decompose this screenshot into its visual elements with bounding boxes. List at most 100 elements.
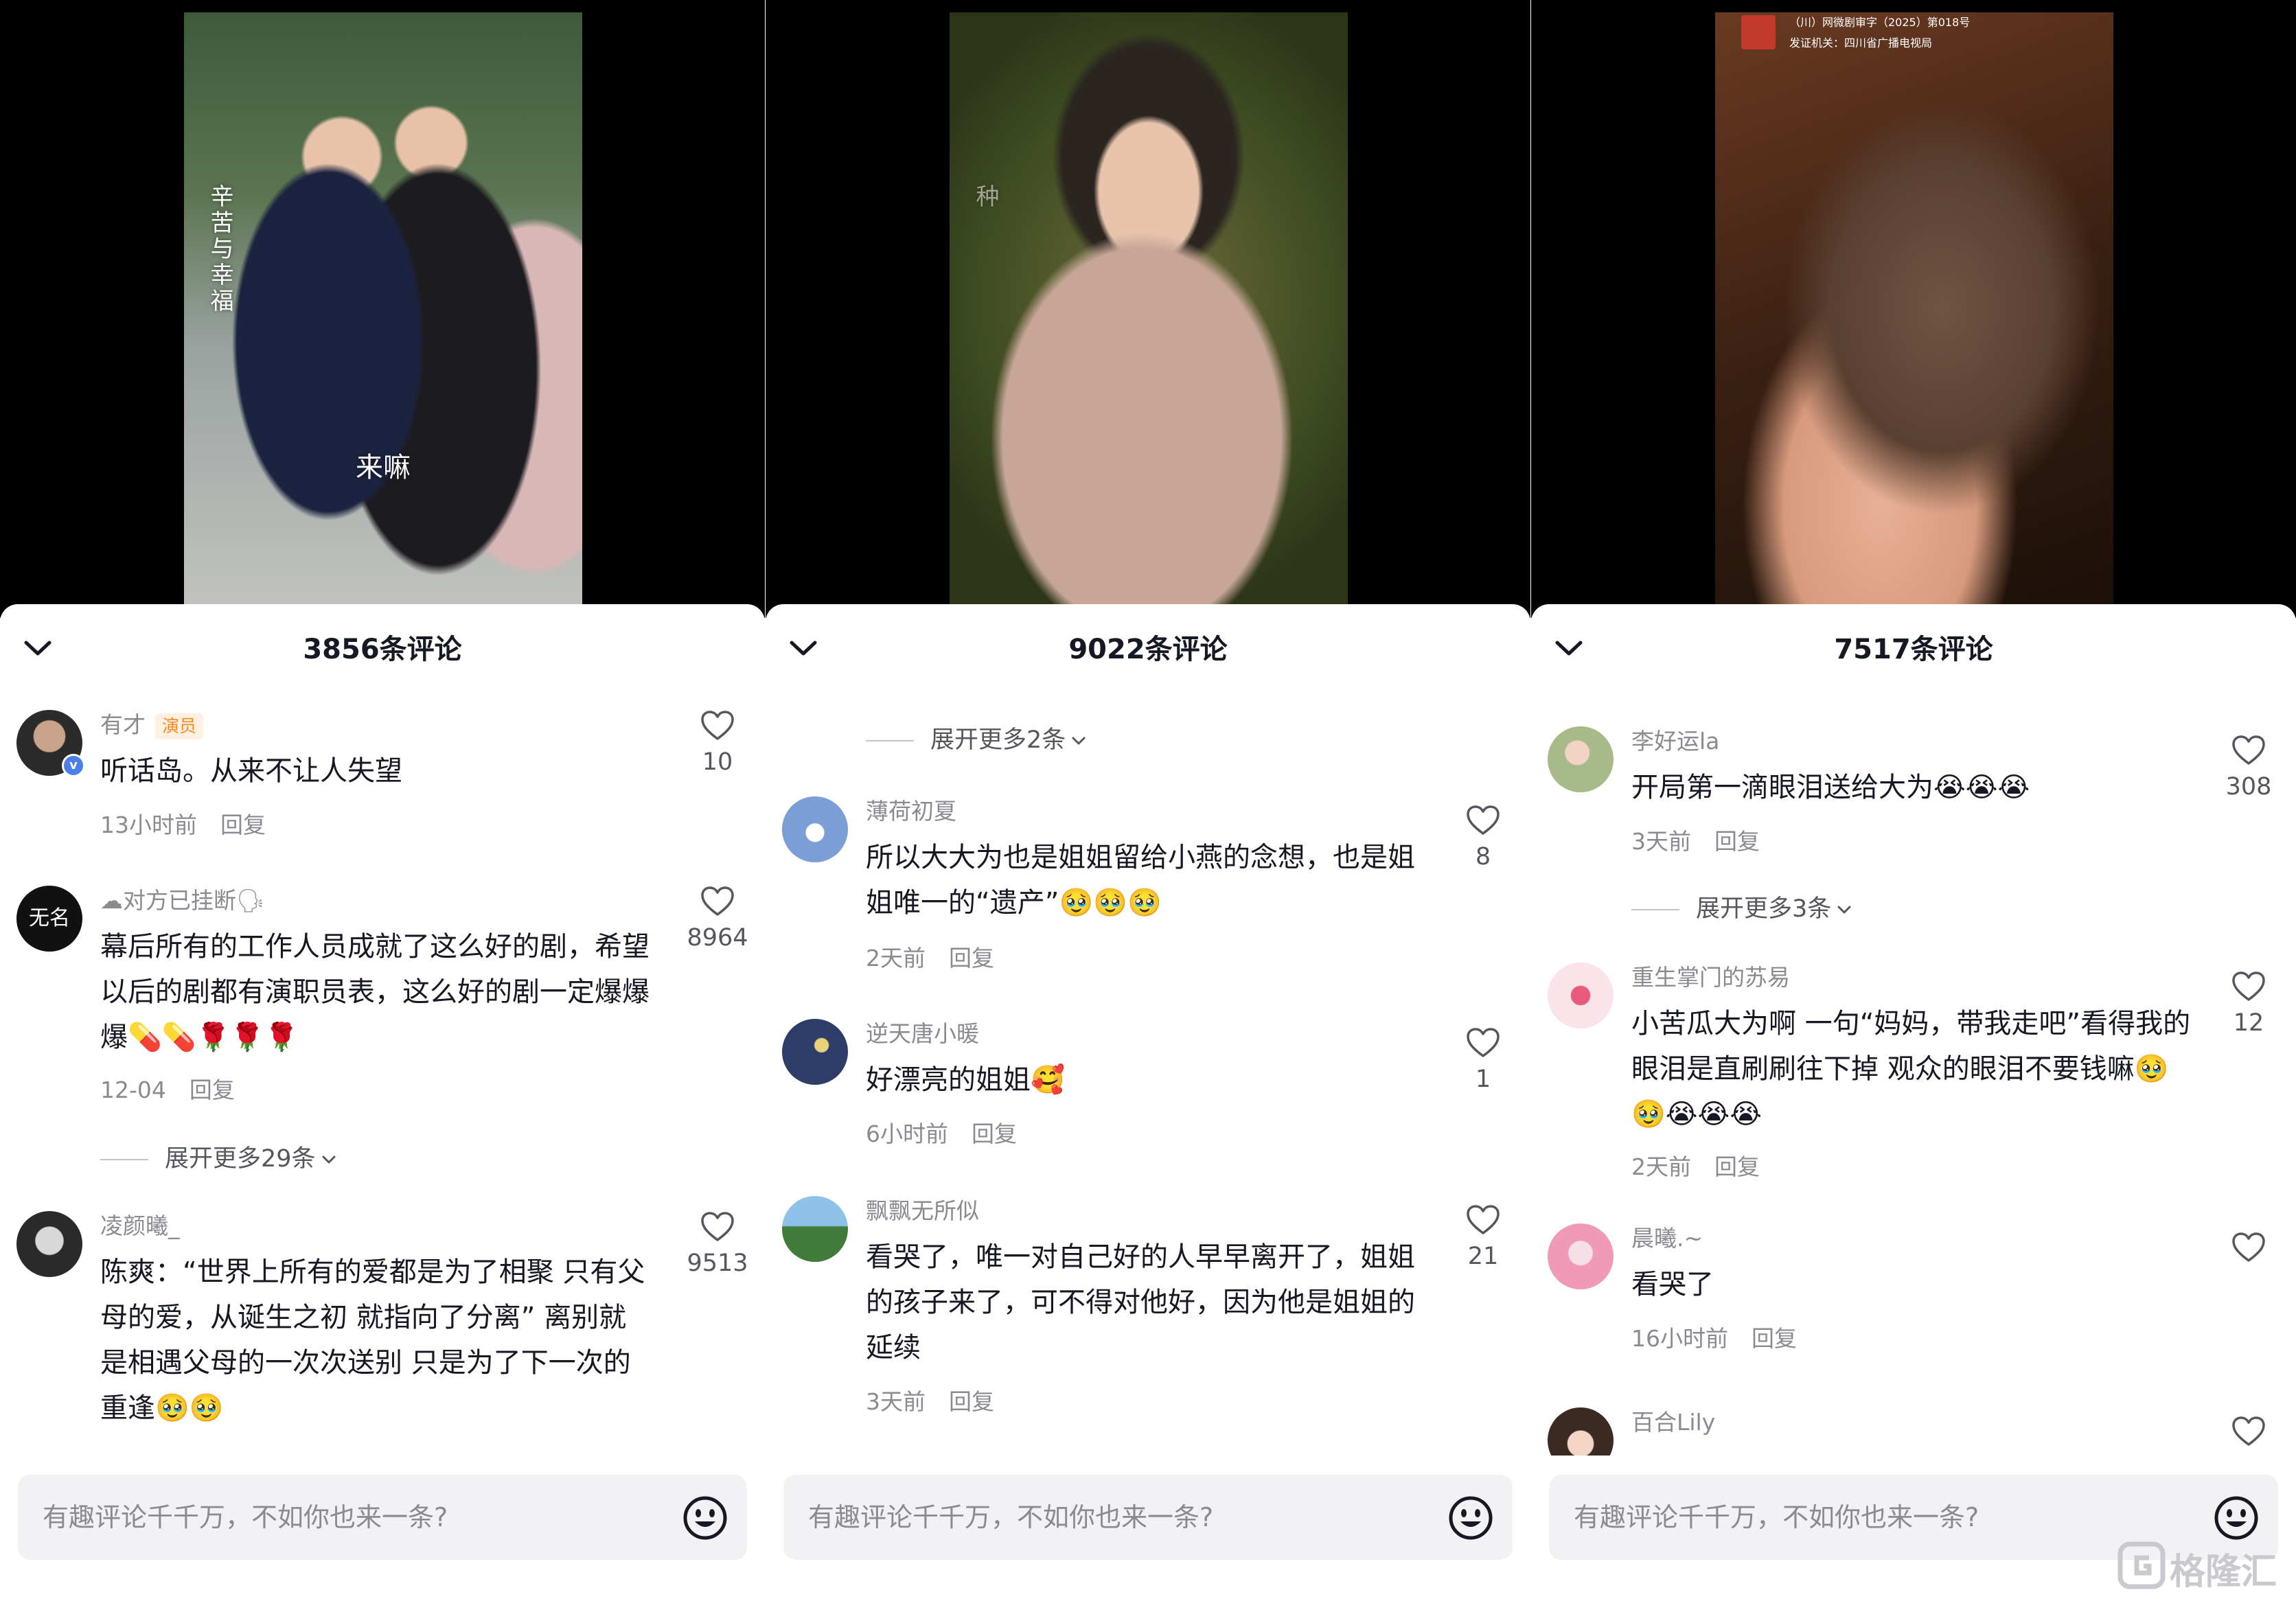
comment-panel-left: 辛苦与幸福 来嘛 3856条评论 v 有才 演员 听话岛。从来不让人失望 13小时…: [0, 0, 765, 1599]
comment-sheet: 7517条评论 李好运la 开局第一滴眼泪送给大为😭😭😭 3天前 回复 308 展…: [1531, 604, 2296, 1599]
comment-text: 所以大大为也是姐姐留给小燕的念想，也是姐姐唯一的“遗产”🥹🥹🥹: [866, 842, 1415, 919]
comment-username[interactable]: 有才 演员: [100, 710, 204, 740]
reply-button[interactable]: 回复: [1714, 828, 1760, 855]
comment-username[interactable]: 重生掌门的苏易: [1631, 963, 1790, 993]
smile-icon[interactable]: [682, 1495, 728, 1541]
video-player[interactable]: （川）网微剧审字（2025）第018号 发证机关：四川省广播电视局: [1531, 0, 2296, 618]
comment-time: 12-04: [100, 1077, 166, 1103]
like-button[interactable]: [2211, 1232, 2286, 1263]
video-caption-vertical: 种: [972, 184, 999, 210]
like-count: 10: [702, 748, 733, 776]
comment-username[interactable]: 逆天唐小暖: [866, 1019, 979, 1049]
comment-count-title: 3856条评论: [303, 634, 462, 665]
comment-meta: 6小时前 回复: [866, 1119, 1017, 1149]
like-count: 308: [2225, 773, 2272, 801]
avatar[interactable]: 无名: [16, 886, 82, 952]
comment-item: 凌颜曦_ 陈爽：“世界上所有的爱都是为了相聚 只有父母的爱，从诞生之初 就指向了…: [0, 1211, 765, 1445]
comment-username[interactable]: 晨曦.~: [1631, 1223, 1703, 1254]
chevron-down-icon: [321, 1155, 336, 1164]
like-button[interactable]: 308: [2211, 735, 2286, 801]
license-text: （川）网微剧审字（2025）第018号 发证机关：四川省广播电视局: [1789, 12, 2078, 54]
like-button[interactable]: [2211, 1416, 2286, 1447]
comment-item: 百合Lily: [1531, 1407, 2296, 1456]
reply-button[interactable]: 回复: [1752, 1325, 1797, 1352]
comment-time: 3天前: [866, 1388, 926, 1415]
comment-meta: 12-04 回复: [100, 1075, 235, 1105]
comment-item: 逆天唐小暖 好漂亮的姐姐🥰 6小时前 回复 1: [766, 1019, 1530, 1147]
comment-text: 好漂亮的姐姐🥰: [866, 1064, 1065, 1096]
video-frame[interactable]: （川）网微剧审字（2025）第018号 发证机关：四川省广播电视局: [1715, 12, 2113, 618]
like-button[interactable]: 12: [2211, 971, 2286, 1037]
comment-time: 6小时前: [866, 1120, 948, 1147]
watermark-text: 格隆汇: [2170, 1552, 2277, 1593]
video-frame[interactable]: 辛苦与幸福 来嘛: [184, 12, 582, 618]
like-button[interactable]: 1: [1445, 1027, 1521, 1093]
smile-icon[interactable]: [2214, 1495, 2259, 1541]
expand-more-label: 展开更多29条: [165, 1145, 316, 1173]
role-tag: 演员: [155, 713, 204, 739]
comment-username[interactable]: ☁对方已挂断🗣: [100, 886, 265, 916]
reply-button[interactable]: 回复: [949, 1388, 994, 1415]
avatar[interactable]: [1548, 726, 1614, 792]
avatar[interactable]: [1548, 1407, 1614, 1456]
comment-count-title: 7517条评论: [1834, 634, 1993, 665]
comment-text: 陈爽：“世界上所有的爱都是为了相聚 只有父母的爱，从诞生之初 就指向了分离” 离…: [100, 1256, 645, 1424]
comment-username[interactable]: 百合Lily: [1631, 1407, 1715, 1438]
username-text: 有才: [100, 711, 146, 738]
comment-time: 2天前: [1631, 1153, 1691, 1180]
expand-more-label: 展开更多2条: [930, 726, 1066, 754]
video-player[interactable]: 辛苦与幸福 来嘛: [0, 0, 765, 618]
comment-time: 16小时前: [1631, 1325, 1728, 1352]
avatar[interactable]: [782, 796, 848, 862]
heart-icon: [2231, 1416, 2266, 1447]
like-button[interactable]: 8964: [680, 886, 755, 952]
heart-icon: [1466, 1204, 1500, 1236]
smile-icon[interactable]: [1448, 1495, 1493, 1541]
comment-meta: 3天前 回复: [866, 1387, 994, 1417]
watermark-logo-icon: [2117, 1541, 2166, 1589]
reply-button[interactable]: 回复: [972, 1120, 1017, 1147]
video-frame[interactable]: 种: [950, 12, 1348, 618]
like-button[interactable]: 21: [1445, 1204, 1521, 1270]
reply-button[interactable]: 回复: [1714, 1153, 1760, 1180]
comment-input-placeholder: 有趣评论千千万，不如你也来一条?: [43, 1502, 448, 1532]
like-count: 8964: [687, 924, 748, 952]
avatar[interactable]: [1548, 963, 1614, 1028]
heart-icon: [700, 1211, 735, 1243]
comment-input-placeholder: 有趣评论千千万，不如你也来一条?: [1574, 1502, 1979, 1532]
like-button[interactable]: 10: [680, 710, 755, 776]
comment-item: 重生掌门的苏易 小苦瓜大为啊 一句“妈妈，带我走吧”看得我的眼泪是直刷刷往下掉 …: [1531, 963, 2296, 1180]
comment-meta: 2天前 回复: [866, 943, 994, 974]
like-button[interactable]: 8: [1445, 805, 1521, 871]
like-button[interactable]: 9513: [680, 1211, 755, 1277]
chevron-down-icon: [1071, 736, 1086, 746]
comment-sheet: 9022条评论 展开更多2条 薄荷初夏 所以大大为也是姐姐留给小燕的念想，也是姐…: [766, 604, 1530, 1599]
heart-icon: [1466, 1027, 1500, 1059]
chevron-down-icon: [1837, 905, 1852, 914]
comment-item: 飘飘无所似 看哭了，唯一对自己好的人早早离开了，姐姐的孩子来了，可不得对他好，因…: [766, 1196, 1530, 1416]
comment-username[interactable]: 李好运la: [1631, 726, 1719, 757]
comment-panel-right: （川）网微剧审字（2025）第018号 发证机关：四川省广播电视局 7517条评…: [1531, 0, 2296, 1599]
avatar[interactable]: [1548, 1223, 1614, 1289]
avatar[interactable]: [782, 1196, 848, 1262]
license-line: （川）网微剧审字（2025）第018号: [1789, 16, 1971, 29]
comment-username[interactable]: 凌颜曦_: [100, 1211, 180, 1241]
reply-button[interactable]: 回复: [220, 812, 266, 838]
expand-more-replies[interactable]: 展开更多29条: [100, 1144, 336, 1174]
comment-input[interactable]: 有趣评论千千万，不如你也来一条?: [18, 1475, 747, 1560]
reply-button[interactable]: 回复: [190, 1077, 235, 1103]
comment-username[interactable]: 薄荷初夏: [866, 796, 956, 827]
comment-username[interactable]: 飘飘无所似: [866, 1196, 979, 1226]
video-caption-vertical: 辛苦与幸福: [206, 184, 233, 314]
comment-input[interactable]: 有趣评论千千万，不如你也来一条?: [783, 1475, 1513, 1560]
sheet-header: 3856条评论: [0, 629, 765, 670]
heart-icon: [2231, 971, 2266, 1002]
broadcast-seal-icon: [1741, 15, 1776, 49]
expand-more-replies[interactable]: 展开更多3条: [1631, 894, 1852, 924]
comment-item: 晨曦.~ 看哭了 16小时前 回复: [1531, 1223, 2296, 1361]
expand-more-replies[interactable]: 展开更多2条: [866, 725, 1086, 755]
avatar[interactable]: [16, 1211, 82, 1277]
avatar[interactable]: [782, 1019, 848, 1085]
video-player[interactable]: 种: [766, 0, 1530, 618]
reply-button[interactable]: 回复: [949, 945, 994, 971]
